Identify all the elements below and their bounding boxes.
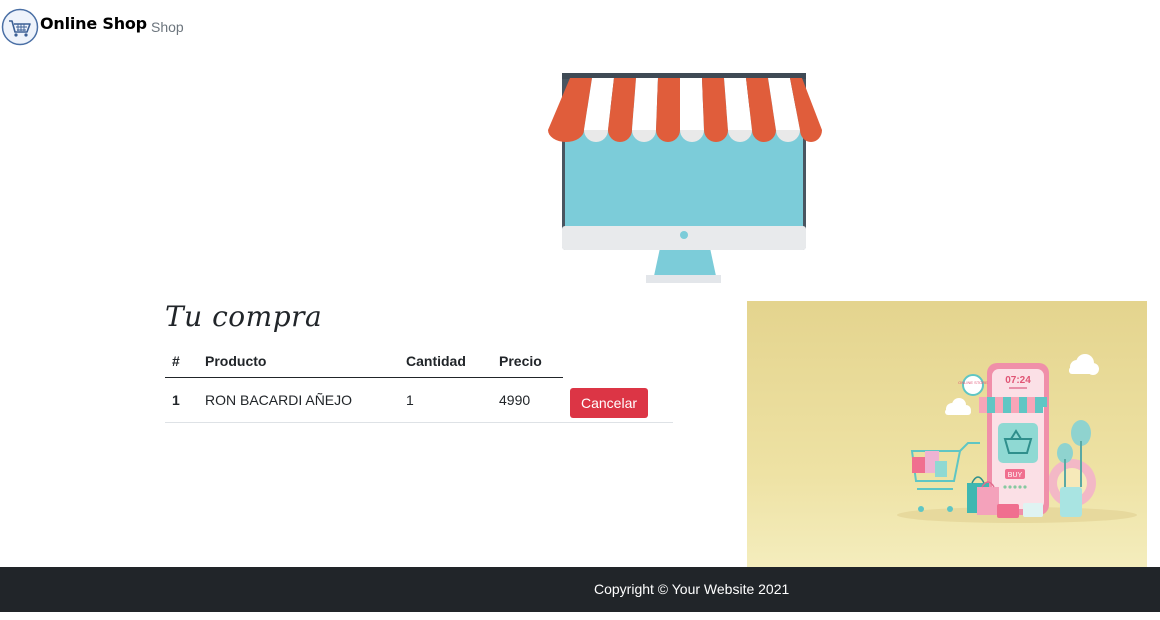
column-header-number: # (165, 344, 198, 378)
cancel-button[interactable]: Cancelar (570, 387, 649, 418)
row-number: 1 (165, 377, 198, 423)
phone-time: 07:24 (1005, 375, 1031, 386)
column-header-action (563, 344, 673, 378)
column-header-producto: Producto (198, 344, 399, 378)
column-header-cantidad: Cantidad (399, 344, 492, 378)
buy-label: BUY (1008, 472, 1023, 479)
shop-monitor-illustration (548, 73, 822, 283)
column-header-precio: Precio (492, 344, 563, 378)
table-header-row: # Producto Cantidad Precio (165, 344, 673, 378)
row-precio: 4990 (492, 377, 563, 423)
brand-name[interactable]: Online Shop (40, 14, 147, 33)
cart-title: Tu compra (165, 300, 323, 333)
cart-table: # Producto Cantidad Precio 1 RON BACARDI… (165, 344, 673, 423)
online-store-illustration: 07:24 BUY ONLINE STORE (747, 301, 1147, 567)
row-cantidad: 1 (399, 377, 492, 423)
table-row: 1 RON BACARDI AÑEJO 1 4990 Cancelar (165, 377, 673, 423)
row-action-cell: Cancelar (563, 377, 673, 423)
footer: Copyright © Your Website 2021 (0, 567, 1160, 612)
nav-link-shop[interactable]: Shop (151, 19, 184, 35)
store-badge-text: ONLINE STORE (958, 380, 988, 385)
footer-copyright: Copyright © Your Website 2021 (594, 581, 790, 597)
shopping-cart-logo-icon[interactable] (1, 8, 39, 46)
row-producto: RON BACARDI AÑEJO (198, 377, 399, 423)
navbar: Online Shop Shop (0, 0, 1160, 54)
